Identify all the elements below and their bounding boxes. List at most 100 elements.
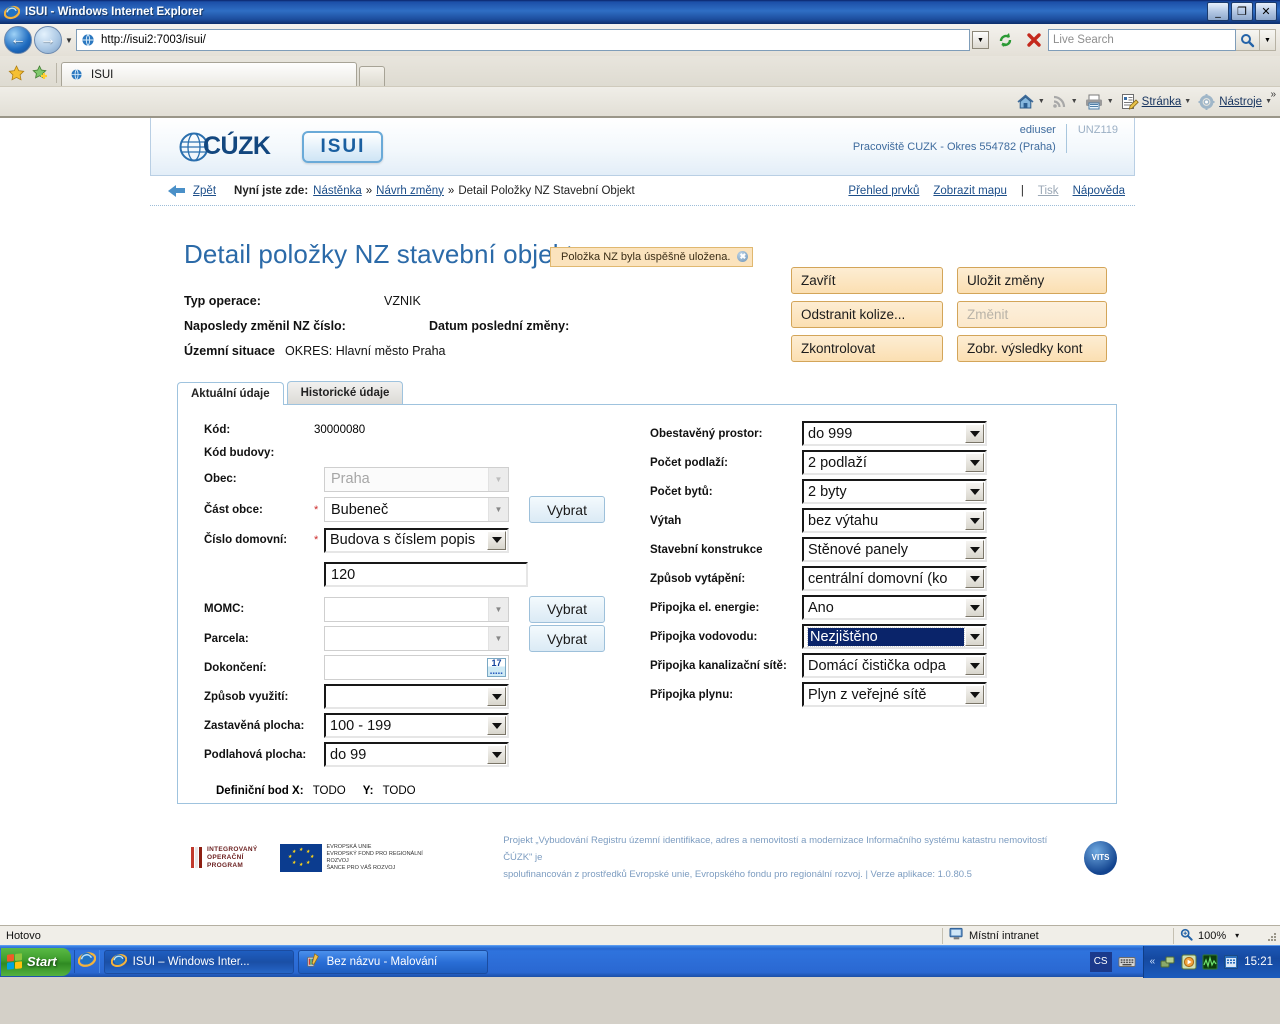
vybrat-parcela-button[interactable]: Vybrat bbox=[529, 625, 605, 652]
obestaveny-prostor-select[interactable]: do 999 bbox=[802, 421, 987, 446]
browser-tab-isui[interactable]: ISUI bbox=[61, 62, 357, 86]
chevron-down-icon[interactable]: ▼ bbox=[488, 498, 508, 521]
feeds-dropdown-icon[interactable]: ▼ bbox=[1071, 98, 1078, 105]
language-indicator[interactable]: CS bbox=[1089, 951, 1112, 972]
tray-expand-icon[interactable]: « bbox=[1150, 956, 1156, 967]
pocet-podlazi-value: 2 podlaží bbox=[808, 454, 867, 471]
search-input[interactable]: Live Search bbox=[1048, 29, 1236, 51]
zobr-vysledky-kont-button[interactable]: Zobr. výsledky kont bbox=[957, 335, 1107, 362]
home-dropdown-icon[interactable]: ▼ bbox=[1038, 98, 1045, 105]
page-menu-button[interactable]: Stránka ▼ bbox=[1120, 93, 1191, 111]
chevron-down-icon[interactable] bbox=[487, 745, 506, 764]
podlahova-plocha-select[interactable]: do 99 bbox=[324, 742, 509, 767]
link-zobrazit-mapu[interactable]: Zobrazit mapu bbox=[933, 185, 1007, 197]
page-menu-dropdown-icon[interactable]: ▼ bbox=[1184, 98, 1191, 105]
chevron-down-icon[interactable] bbox=[965, 540, 984, 559]
print-button[interactable]: ▼ bbox=[1084, 93, 1114, 111]
taskbar-button-isui[interactable]: ISUI – Windows Inter... bbox=[103, 949, 294, 974]
chevron-down-icon[interactable]: ▼ bbox=[488, 597, 508, 621]
new-tab-button[interactable] bbox=[359, 66, 385, 86]
zavrit-button[interactable]: Zavřít bbox=[791, 267, 943, 294]
zpusob-vyuziti-select[interactable] bbox=[324, 684, 509, 709]
forward-button[interactable]: → bbox=[34, 26, 62, 54]
activity-monitor-icon[interactable] bbox=[1202, 954, 1218, 970]
zoom-control[interactable]: 100% ▾ bbox=[1174, 926, 1264, 945]
stavebni-konstrukce-select[interactable]: Stěnové panely bbox=[802, 537, 987, 562]
pripojka-vodovodu-select[interactable]: Nezjištěno bbox=[802, 624, 987, 649]
back-link[interactable]: Zpět bbox=[193, 185, 216, 197]
zoom-dropdown-icon[interactable]: ▾ bbox=[1235, 931, 1239, 940]
link-napoveda[interactable]: Nápověda bbox=[1073, 185, 1125, 197]
chevron-down-icon[interactable] bbox=[487, 716, 506, 735]
link-tisk[interactable]: Tisk bbox=[1038, 185, 1059, 197]
chevron-down-icon[interactable] bbox=[965, 598, 984, 617]
keyboard-icon[interactable] bbox=[1116, 952, 1138, 972]
parcela-select[interactable]: ▼ bbox=[324, 626, 509, 651]
calendar-icon[interactable]: 17 ▪▪▪▪▪ bbox=[487, 658, 506, 677]
search-icon[interactable] bbox=[1236, 29, 1260, 51]
tools-menu-button[interactable]: Nástroje ▼ bbox=[1197, 93, 1272, 111]
clock[interactable]: 15:21 bbox=[1244, 956, 1273, 968]
chevron-down-icon[interactable] bbox=[965, 453, 984, 472]
tab-historicke-udaje[interactable]: Historické údaje bbox=[286, 381, 404, 404]
back-arrow-icon[interactable] bbox=[168, 184, 176, 197]
print-dropdown-icon[interactable]: ▼ bbox=[1107, 98, 1114, 105]
chevron-down-icon[interactable] bbox=[965, 627, 984, 646]
back-button[interactable]: ← bbox=[4, 26, 32, 54]
favorites-star-icon[interactable] bbox=[4, 60, 28, 86]
security-zone[interactable]: Místní intranet bbox=[943, 926, 1173, 945]
chevron-down-icon[interactable] bbox=[965, 482, 984, 501]
chevron-down-icon[interactable] bbox=[487, 530, 506, 550]
history-dropdown-icon[interactable]: ▼ bbox=[62, 36, 76, 45]
breadcrumb-item-navrh-zmeny[interactable]: Návrh změny bbox=[376, 185, 444, 197]
zastavena-plocha-select[interactable]: 100 - 199 bbox=[324, 713, 509, 738]
pripojka-kanalizacni-site-select[interactable]: Domácí čistička odpa bbox=[802, 653, 987, 678]
zpusob-vytapeni-select[interactable]: centrální domovní (ko bbox=[802, 566, 987, 591]
maximize-button[interactable]: ❐ bbox=[1231, 2, 1253, 21]
minimize-button[interactable]: _ bbox=[1207, 2, 1229, 21]
network-icon[interactable] bbox=[1160, 954, 1176, 970]
calendar-tray-icon[interactable] bbox=[1223, 954, 1239, 970]
stop-button[interactable] bbox=[1021, 27, 1047, 53]
quick-launch-ie-icon[interactable] bbox=[77, 950, 96, 973]
chevron-down-icon[interactable]: ▼ bbox=[488, 627, 508, 650]
link-prehled-prvku[interactable]: Přehled prvků bbox=[848, 185, 919, 197]
breadcrumb-item-nastenka[interactable]: Nástěnka bbox=[313, 185, 362, 197]
address-dropdown-button[interactable]: ▼ bbox=[972, 31, 989, 49]
chevron-down-icon[interactable] bbox=[965, 656, 984, 675]
media-player-icon[interactable] bbox=[1181, 954, 1197, 970]
zkontrolovat-button[interactable]: Zkontrolovat bbox=[791, 335, 943, 362]
vytah-select[interactable]: bez výtahu bbox=[802, 508, 987, 533]
vybrat-momc-button[interactable]: Vybrat bbox=[529, 595, 605, 623]
chevron-down-icon[interactable] bbox=[965, 685, 984, 704]
home-button[interactable]: ▼ bbox=[1016, 93, 1045, 111]
add-to-favorites-icon[interactable] bbox=[28, 60, 52, 86]
vybrat-cast-obce-button[interactable]: Vybrat bbox=[529, 496, 605, 523]
tab-aktualni-udaje[interactable]: Aktuální údaje bbox=[177, 382, 284, 405]
chevron-down-icon[interactable] bbox=[965, 569, 984, 588]
cast-obce-select[interactable]: Bubeneč ▼ bbox=[324, 497, 509, 522]
pocet-podlazi-select[interactable]: 2 podlaží bbox=[802, 450, 987, 475]
cislo-domovni-type-select[interactable]: Budova s číslem popis bbox=[324, 527, 509, 553]
cislo-domovni-input[interactable]: 120 bbox=[324, 562, 528, 587]
resize-grip[interactable] bbox=[1264, 929, 1278, 943]
momc-select[interactable]: ▼ bbox=[324, 596, 509, 622]
address-input[interactable]: http://isui2:7003/isui/ bbox=[76, 29, 970, 51]
odstranit-kolize-button[interactable]: Odstranit kolize... bbox=[791, 301, 943, 328]
chevron-down-icon[interactable] bbox=[965, 424, 984, 443]
pocet-bytu-select[interactable]: 2 byty bbox=[802, 479, 987, 504]
chevron-down-icon[interactable] bbox=[487, 687, 506, 706]
ulozit-zmeny-button[interactable]: Uložit změny bbox=[957, 267, 1107, 294]
search-dropdown-icon[interactable]: ▼ bbox=[1260, 29, 1276, 51]
chevron-down-icon[interactable] bbox=[965, 511, 984, 530]
command-overflow-icon[interactable]: » bbox=[1270, 89, 1276, 100]
pripojka-el-energie-select[interactable]: Ano bbox=[802, 595, 987, 620]
pripojka-plynu-select[interactable]: Plyn z veřejné sítě bbox=[802, 682, 987, 707]
close-icon[interactable]: ✖ bbox=[737, 251, 749, 262]
start-button[interactable]: Start bbox=[1, 947, 71, 976]
dokonceni-input[interactable]: 17 ▪▪▪▪▪ bbox=[324, 655, 509, 680]
feeds-button[interactable]: ▼ bbox=[1051, 93, 1078, 110]
refresh-button[interactable] bbox=[993, 27, 1019, 53]
close-button[interactable]: ✕ bbox=[1255, 2, 1277, 21]
taskbar-button-paint[interactable]: Bez názvu - Malování bbox=[297, 949, 488, 974]
